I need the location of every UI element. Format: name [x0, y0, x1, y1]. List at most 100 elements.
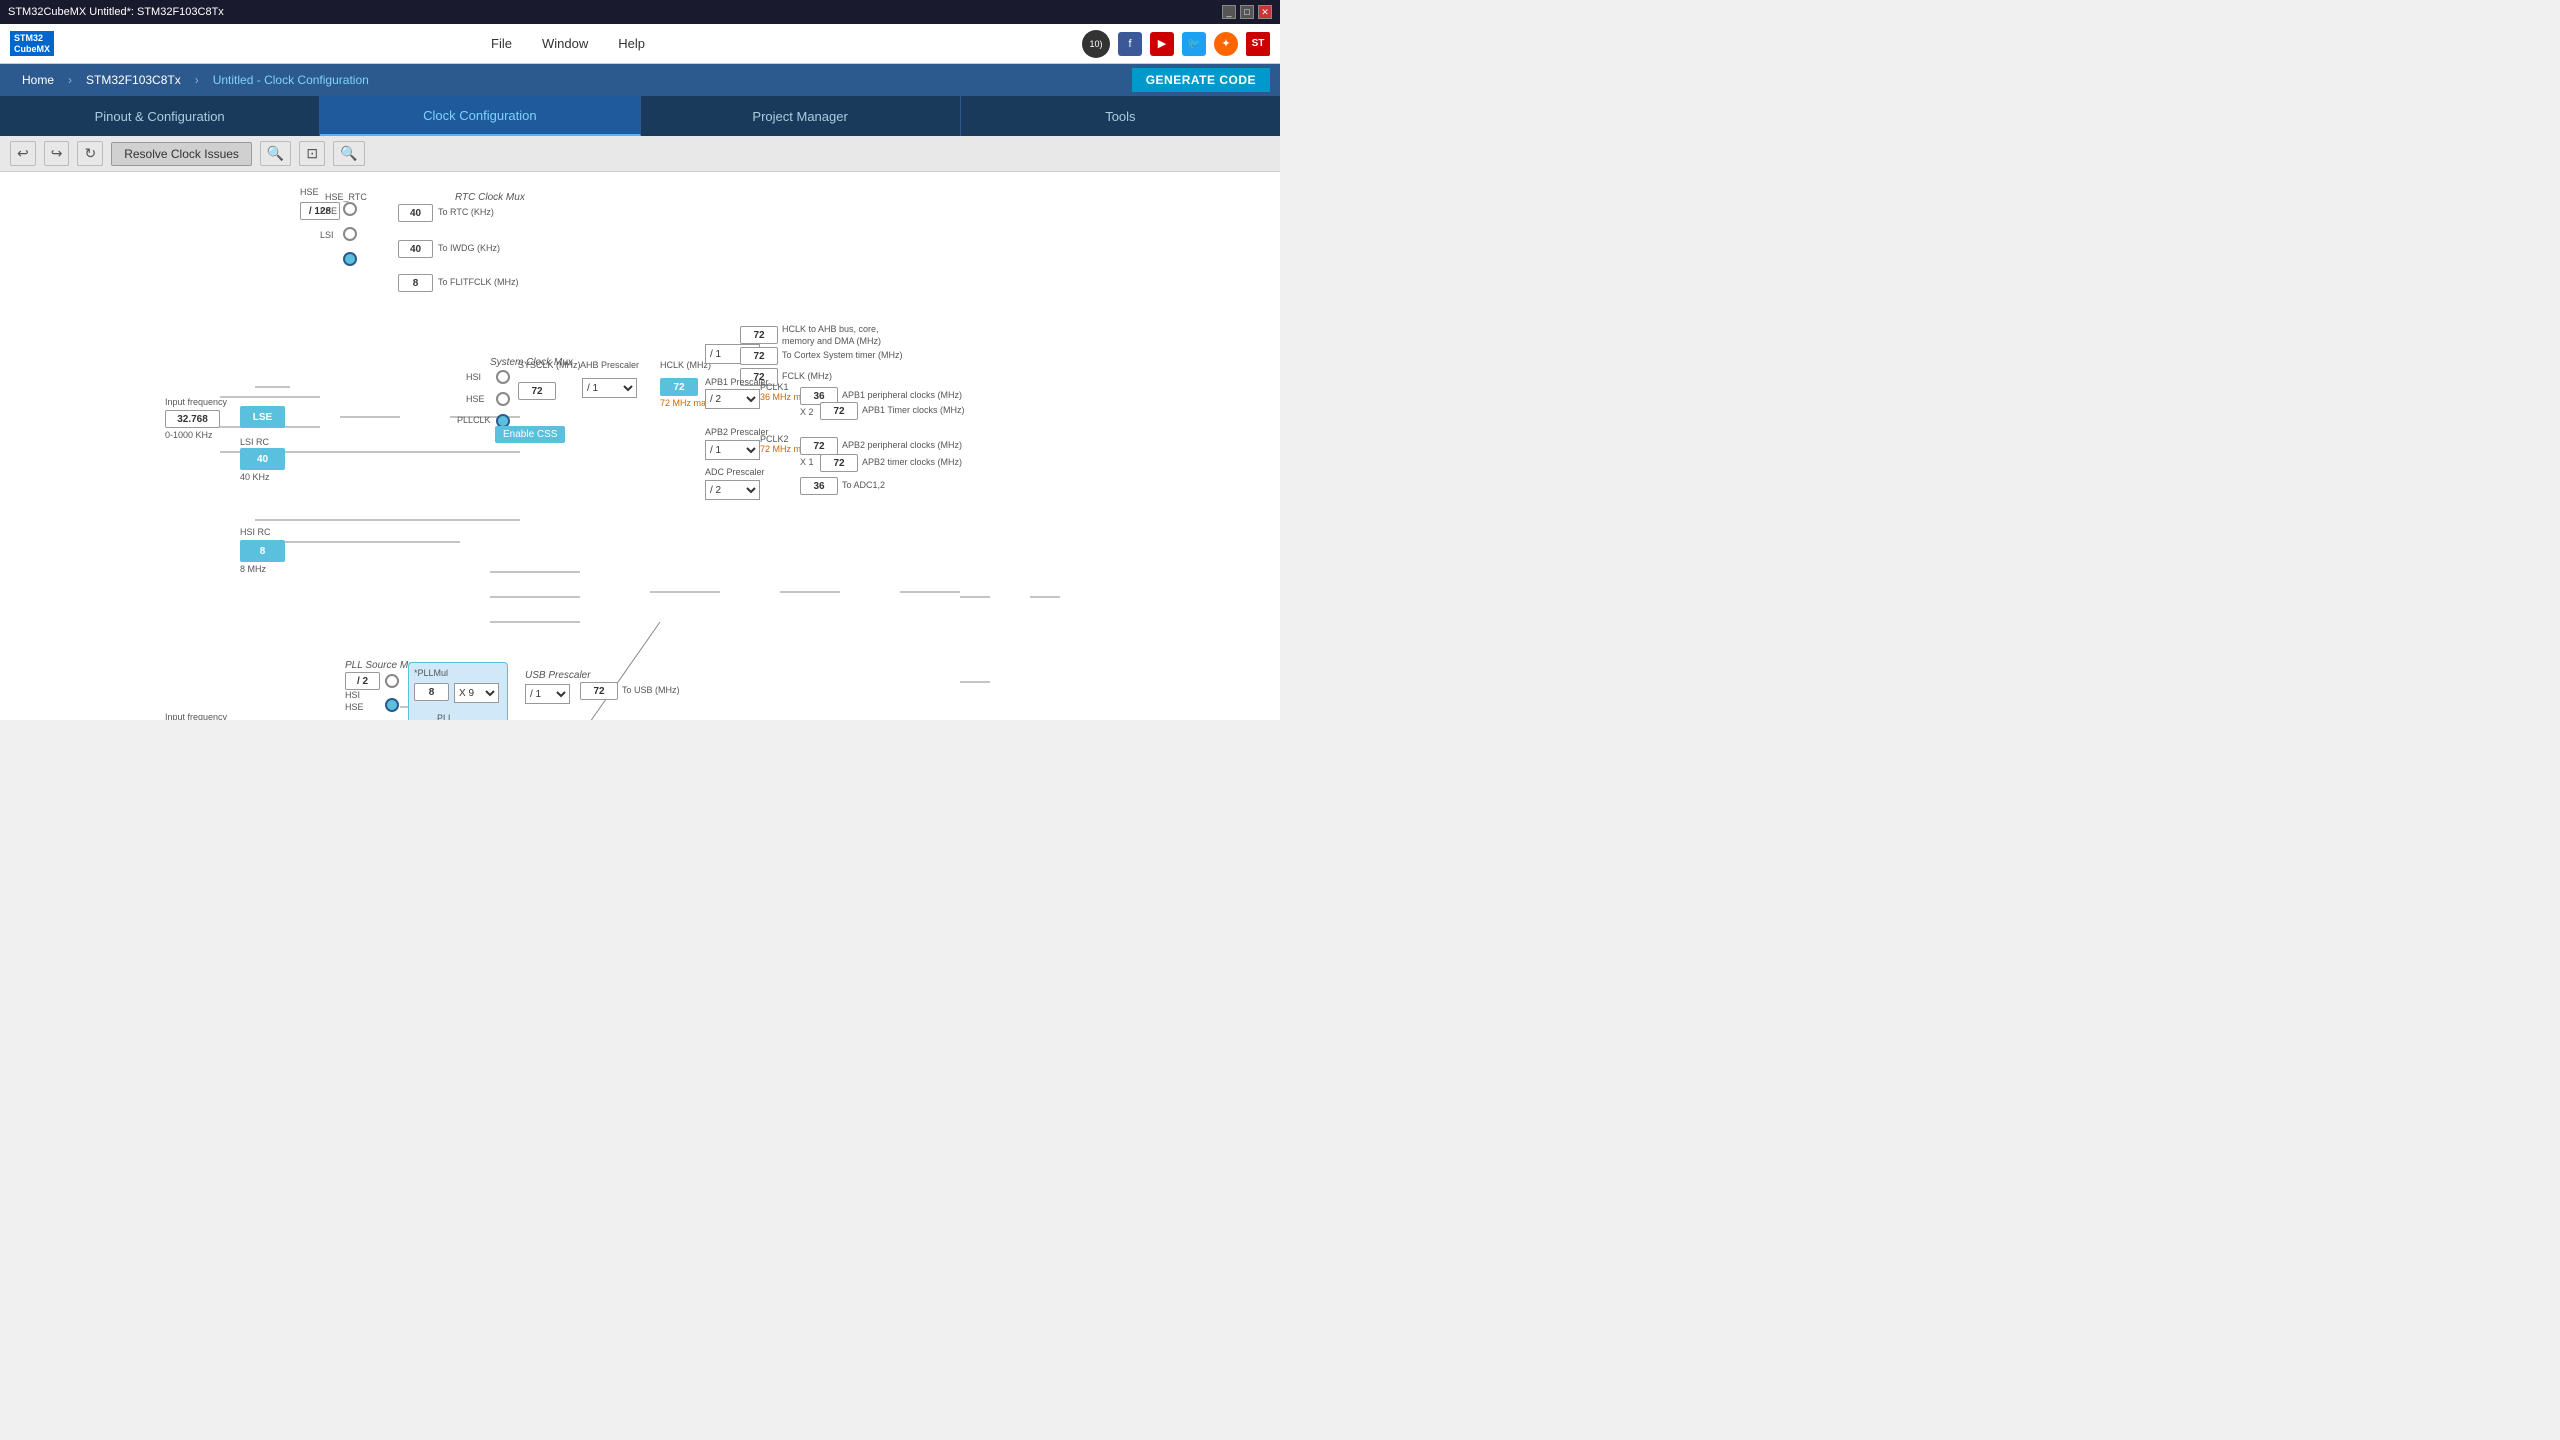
apb2-timer-x1: X 1 — [800, 457, 814, 467]
sys-mux-hse[interactable] — [496, 392, 510, 406]
hclk-max-label: 72 MHz max — [660, 398, 711, 408]
adc-label: To ADC1,2 — [842, 480, 885, 490]
apb2-prescaler-select[interactable]: / 1 — [705, 440, 760, 460]
page-breadcrumb[interactable]: Untitled - Clock Configuration — [201, 69, 381, 91]
pll-mux-hsi[interactable] — [385, 674, 399, 688]
apb1-timer-box[interactable]: 72 — [820, 402, 858, 420]
apb2-periph-label: APB2 peripheral clocks (MHz) — [842, 440, 962, 450]
redo-button[interactable]: ↪ — [44, 141, 70, 166]
st-icon[interactable]: ST — [1246, 32, 1270, 56]
tab-tools[interactable]: Tools — [961, 96, 1280, 136]
adc-prescaler-label: ADC Prescaler — [705, 467, 765, 477]
to-flitfclk-box[interactable]: 8 — [398, 274, 433, 292]
fclk-label: FCLK (MHz) — [782, 371, 832, 381]
hclk-ahb-box[interactable]: 72 — [740, 326, 778, 344]
lsi-rc-label: LSI RC — [240, 437, 269, 447]
fit-button[interactable]: ⊡ — [299, 141, 325, 166]
sys-mux-hsi[interactable] — [496, 370, 510, 384]
enable-css-button[interactable]: Enable CSS — [495, 426, 565, 443]
ahb-prescaler-select[interactable]: / 1 — [582, 378, 637, 398]
adc-prescaler-select[interactable]: / 2 — [705, 480, 760, 500]
rtc-lse-label: LSE — [320, 206, 337, 216]
pclk1-label: PCLK1 — [760, 382, 789, 392]
hse-sys-label: HSE — [466, 394, 485, 404]
youtube-icon[interactable]: ▶ — [1150, 32, 1174, 56]
title-bar: STM32CubeMX Untitled*: STM32F103C8Tx _ □… — [0, 0, 1280, 24]
apb2-timer-box[interactable]: 72 — [820, 454, 858, 472]
ahb-prescaler-label: AHB Prescaler — [580, 360, 639, 370]
to-iwdg-label: To IWDG (KHz) — [438, 243, 500, 253]
hclk-label: HCLK (MHz) — [660, 360, 711, 370]
apb2-timer-label: APB2 timer clocks (MHz) — [862, 457, 962, 467]
undo-button[interactable]: ↩ — [10, 141, 36, 166]
pll-label: PLL — [437, 713, 453, 720]
hsi-rc-box: 8 — [240, 540, 285, 562]
zoom-out-button[interactable]: 🔍 — [333, 141, 364, 166]
hclk-ahb-label: HCLK to AHB bus, core, — [782, 324, 879, 334]
clock-diagram: RTC Clock Mux Input frequency 32.768 0-1… — [160, 182, 1120, 720]
pllclk-sys-label: PLLCLK — [457, 415, 491, 425]
hclk-ahb-label2: memory and DMA (MHz) — [782, 336, 881, 346]
breadcrumb: Home › STM32F103C8Tx › Untitled - Clock … — [0, 64, 1280, 96]
apb1-prescaler-select[interactable]: / 2 — [705, 389, 760, 409]
hse-input-freq-label: Input frequency — [165, 712, 227, 720]
tab-project[interactable]: Project Manager — [641, 96, 961, 136]
clock-canvas[interactable]: RTC Clock Mux Input frequency 32.768 0-1… — [0, 172, 1280, 720]
lse-freq-input[interactable]: 32.768 — [165, 410, 220, 428]
apb1-prescaler-label: APB1 Prescaler — [705, 377, 769, 387]
to-flitfclk-label: To FLITFCLK (MHz) — [438, 277, 519, 287]
pll-mul-select[interactable]: X 9 — [454, 683, 499, 703]
to-rtc-box[interactable]: 40 — [398, 204, 433, 222]
resolve-clock-button[interactable]: Resolve Clock Issues — [111, 142, 252, 166]
adc-box[interactable]: 36 — [800, 477, 838, 495]
home-breadcrumb[interactable]: Home — [10, 69, 66, 91]
rtc-mux-lsi[interactable] — [343, 252, 357, 266]
cortex-box[interactable]: 72 — [740, 347, 778, 365]
twitter-icon[interactable]: 🐦 — [1182, 32, 1206, 56]
apb1-timer-x2: X 2 — [800, 407, 814, 417]
window-menu[interactable]: Window — [542, 36, 588, 51]
hclk-box[interactable]: 72 — [660, 378, 698, 396]
network-icon[interactable]: ✦ — [1214, 32, 1238, 56]
usb-prescaler-select[interactable]: / 1 — [525, 684, 570, 704]
toolbar: ↩ ↪ ↻ Resolve Clock Issues 🔍 ⊡ 🔍 — [0, 136, 1280, 172]
close-button[interactable]: ✕ — [1258, 5, 1272, 19]
breadcrumb-arrow-2: › — [195, 73, 199, 87]
hsi-sys-label: HSI — [466, 372, 481, 382]
lsi-khz: 40 KHz — [240, 472, 270, 482]
apb1-timer-label: APB1 Timer clocks (MHz) — [862, 405, 965, 415]
help-menu[interactable]: Help — [618, 36, 645, 51]
input-freq-label: Input frequency — [165, 397, 227, 407]
to-iwdg-box[interactable]: 40 — [398, 240, 433, 258]
chip-breadcrumb[interactable]: STM32F103C8Tx — [74, 69, 193, 91]
rtc-mux-lse[interactable] — [343, 227, 357, 241]
zoom-in-button[interactable]: 🔍 — [260, 141, 291, 166]
pll-box: *PLLMul 8 X 9 PLL — [408, 662, 508, 720]
window-controls[interactable]: _ □ ✕ — [1222, 5, 1272, 19]
cortex-label: To Cortex System timer (MHz) — [782, 350, 903, 360]
facebook-icon[interactable]: f — [1118, 32, 1142, 56]
refresh-button[interactable]: ↻ — [77, 141, 103, 166]
tab-clock[interactable]: Clock Configuration — [320, 96, 640, 136]
apb2-prescaler-label: APB2 Prescaler — [705, 427, 769, 437]
hsi-rc-label: HSI RC — [240, 527, 271, 537]
generate-code-button[interactable]: GENERATE CODE — [1132, 68, 1270, 92]
rtc-lsi-label: LSI — [320, 230, 334, 240]
hse-pll-label: HSE — [345, 702, 364, 712]
diagram-lines — [160, 182, 1120, 720]
restore-button[interactable]: □ — [1240, 5, 1254, 19]
pclk2-box[interactable]: 72 — [800, 437, 838, 455]
usb-out-box[interactable]: 72 — [580, 682, 618, 700]
rtc-mux-hse[interactable] — [343, 202, 357, 216]
sysclk-box[interactable]: 72 — [518, 382, 556, 400]
pll-mul-value[interactable]: 8 — [414, 683, 449, 701]
logo: STM32CubeMX — [10, 31, 54, 57]
file-menu[interactable]: File — [491, 36, 512, 51]
lse-box: LSE — [240, 406, 285, 428]
tab-pinout[interactable]: Pinout & Configuration — [0, 96, 320, 136]
pll-mux-hse[interactable] — [385, 698, 399, 712]
menu-right: 10) f ▶ 🐦 ✦ ST — [1082, 30, 1270, 58]
minimize-button[interactable]: _ — [1222, 5, 1236, 19]
pll-mul-label: *PLLMul — [414, 668, 448, 678]
hsi-div2-box: / 2 — [345, 672, 380, 690]
